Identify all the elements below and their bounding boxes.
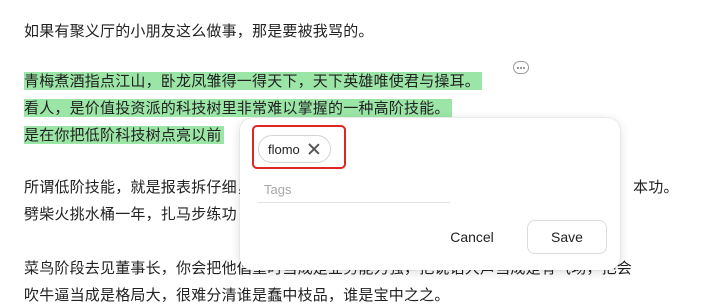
article-line: 劈柴火挑水桶一年，扎马步练功 — [24, 205, 237, 223]
cancel-button[interactable]: Cancel — [438, 220, 506, 254]
comment-icon[interactable] — [513, 61, 529, 74]
highlight-text[interactable]: 是在你把低阶科技树点亮以前 — [24, 126, 224, 144]
highlight-text[interactable]: 看人，是价值投资派的科技树里非常难以掌握的一种高阶技能。 — [24, 99, 452, 117]
tags-input[interactable] — [258, 176, 450, 203]
highlighted-line[interactable]: 是在你把低阶科技树点亮以前 — [24, 124, 224, 146]
highlighted-line[interactable]: 青梅煮酒指点江山，卧龙凤雏得一得天下，天下英雄唯使君与操耳。 — [24, 70, 483, 92]
save-button[interactable]: Save — [527, 220, 607, 254]
article-line: 所谓低阶技能，就是报表拆仔细， — [24, 178, 253, 196]
close-icon[interactable] — [308, 143, 320, 155]
tag-chip[interactable]: flomo — [258, 135, 331, 163]
article-line-end: 本功。 — [633, 178, 679, 196]
tag-popup: flomo Cancel Save — [240, 118, 620, 270]
article-line: 吹牛逼当成是格局大，很难分清谁是蠢中枝品，谁是宝中之之。 — [24, 286, 450, 304]
tag-label: flomo — [268, 141, 300, 157]
highlight-text[interactable]: 青梅煮酒指点江山，卧龙凤雏得一得天下，天下英雄唯使君与操耳。 — [24, 72, 483, 90]
article-line: 如果有聚义厅的小朋友这么做事，那是要被我骂的。 — [24, 22, 374, 40]
highlighted-line[interactable]: 看人，是价值投资派的科技树里非常难以掌握的一种高阶技能。 — [24, 97, 452, 119]
